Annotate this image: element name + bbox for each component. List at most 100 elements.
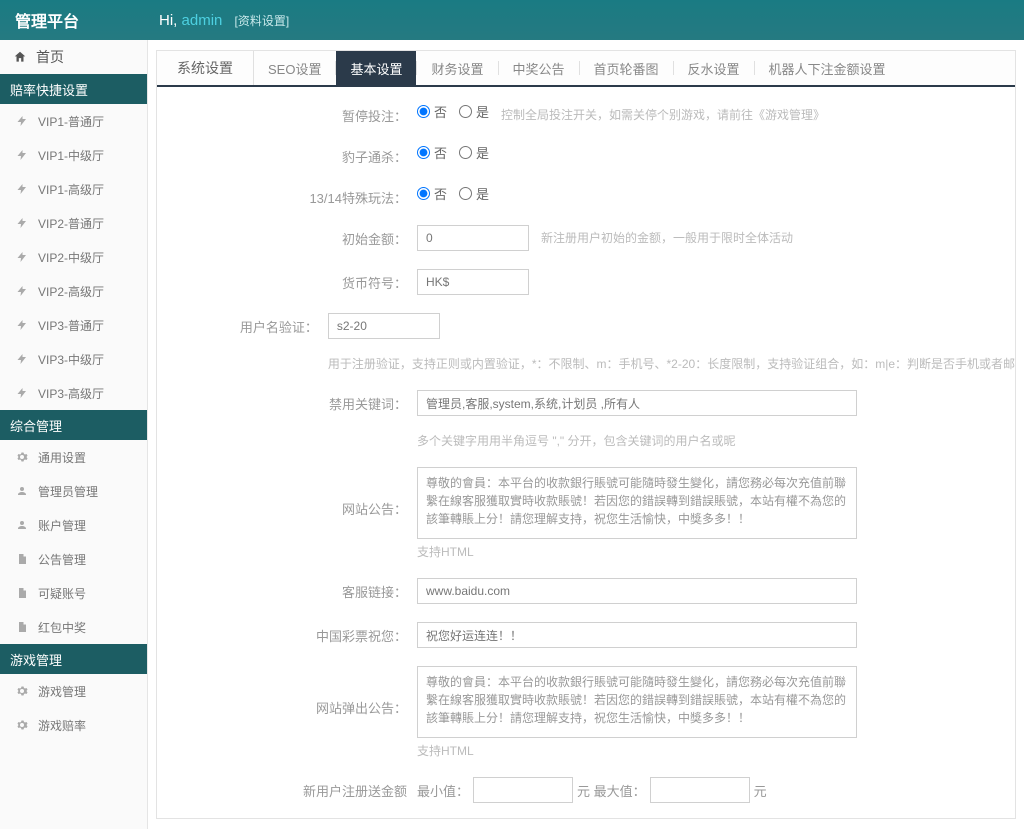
sidebar-item-icon	[14, 683, 30, 699]
bonus-max-input[interactable]	[650, 777, 750, 803]
label-special: 13/14特殊玩法：	[157, 184, 417, 207]
tab[interactable]: 反水设置	[674, 51, 754, 85]
label-popup-notice: 网站弹出公告：	[157, 666, 417, 717]
sidebar-item[interactable]: VIP2-中级厅	[0, 240, 147, 274]
sidebar-item-label: VIP2-普通厅	[38, 215, 104, 232]
sidebar-item-icon	[14, 385, 30, 401]
sidebar-item[interactable]: VIP2-普通厅	[0, 206, 147, 240]
sidebar-item[interactable]: 管理员管理	[0, 474, 147, 508]
hint-username-rule: 用于注册验证，支持正则或内置验证，*：不限制、m：手机号、*2-20：长度限制，…	[328, 351, 1015, 372]
tab[interactable]: 机器人下注金额设置	[755, 51, 900, 85]
sidebar-item-label: 账户管理	[38, 517, 86, 534]
sidebar-item[interactable]: 公告管理	[0, 542, 147, 576]
sidebar-item-label: 通用设置	[38, 449, 86, 466]
tab[interactable]: SEO设置	[254, 51, 335, 85]
label-pause-bet: 暂停投注：	[157, 102, 417, 125]
home-icon	[12, 49, 28, 65]
initial-amount-input[interactable]	[417, 225, 529, 251]
sidebar-section-header: 赔率快捷设置	[0, 74, 147, 104]
sidebar-item-icon	[14, 449, 30, 465]
sidebar-item[interactable]: 账户管理	[0, 508, 147, 542]
current-user: admin	[182, 12, 223, 29]
sidebar-item[interactable]: VIP2-高级厅	[0, 274, 147, 308]
top-bar: 管理平台 Hi, admin [资料设置]	[0, 0, 1024, 40]
sidebar-home[interactable]: 首页	[0, 40, 147, 74]
sidebar-item-label: VIP2-中级厅	[38, 249, 104, 266]
sidebar-item[interactable]: VIP3-普通厅	[0, 308, 147, 342]
sidebar-item[interactable]: VIP1-高级厅	[0, 172, 147, 206]
popup-notice-textarea[interactable]	[417, 666, 857, 738]
sidebar-item[interactable]: VIP3-中级厅	[0, 342, 147, 376]
sidebar-item-label: 管理员管理	[38, 483, 98, 500]
sidebar-item-label: 公告管理	[38, 551, 86, 568]
sidebar-item-icon	[14, 483, 30, 499]
ban-keywords-input[interactable]	[417, 390, 857, 416]
label-username-rule: 用户名验证：	[157, 313, 328, 336]
tab[interactable]: 首页轮番图	[580, 51, 673, 85]
baozi-radio[interactable]: 否 是	[417, 143, 489, 162]
username-rule-input[interactable]	[328, 313, 440, 339]
hint-pause-bet: 控制全局投注开关，如需关停个别游戏，请前往《游戏管理》	[501, 102, 825, 123]
sidebar-item[interactable]: VIP1-普通厅	[0, 104, 147, 138]
lottery-wish-input[interactable]	[417, 622, 857, 648]
sidebar-item-label: 红包中奖	[38, 619, 86, 636]
hint-popup-notice: 支持HTML	[417, 742, 474, 759]
pause-bet-radio[interactable]: 否 是	[417, 102, 489, 121]
sidebar-item-icon	[14, 585, 30, 601]
hint-site-notice: 支持HTML	[417, 543, 474, 560]
sidebar-item[interactable]: 通用设置	[0, 440, 147, 474]
sidebar-item[interactable]: 游戏管理	[0, 674, 147, 708]
hint-initial-amount: 新注册用户初始的金额，一般用于限时全体活动	[541, 225, 793, 246]
tabs-title: 系统设置	[157, 51, 254, 85]
brand: 管理平台	[15, 8, 79, 32]
sidebar-item-icon	[14, 215, 30, 231]
label-initial-amount: 初始金额：	[157, 225, 417, 248]
sidebar-item-icon	[14, 517, 30, 533]
label-ban-keywords: 禁用关键词：	[157, 390, 417, 413]
label-baozi: 豹子通杀：	[157, 143, 417, 166]
sidebar-item[interactable]: VIP3-高级厅	[0, 376, 147, 410]
sidebar-item-label: VIP1-普通厅	[38, 113, 104, 130]
sidebar-item-label: VIP3-普通厅	[38, 317, 104, 334]
sidebar-item-label: 游戏赔率	[38, 717, 86, 734]
label-site-notice: 网站公告：	[157, 467, 417, 518]
sidebar-section-header: 综合管理	[0, 410, 147, 440]
sidebar-item-icon	[14, 619, 30, 635]
sidebar-item-icon	[14, 283, 30, 299]
sidebar-item-icon	[14, 147, 30, 163]
label-lottery-wish: 中国彩票祝您：	[157, 622, 417, 645]
cs-link-input[interactable]	[417, 578, 857, 604]
hint-ban-keywords: 多个关键字用用半角逗号 "," 分开，包含关键词的用户名或昵	[417, 428, 736, 449]
tab[interactable]: 中奖公告	[499, 51, 579, 85]
special-radio[interactable]: 否 是	[417, 184, 489, 203]
label-cs-link: 客服链接：	[157, 578, 417, 601]
sidebar-item-label: VIP1-中级厅	[38, 147, 104, 164]
tab[interactable]: 基本设置	[336, 51, 416, 85]
sidebar-item[interactable]: VIP1-中级厅	[0, 138, 147, 172]
sidebar-item-label: VIP1-高级厅	[38, 181, 104, 198]
site-notice-textarea[interactable]	[417, 467, 857, 539]
label-currency: 货币符号：	[157, 269, 417, 292]
sidebar-section-header: 游戏管理	[0, 644, 147, 674]
tab[interactable]: 财务设置	[417, 51, 497, 85]
sidebar-item-label: VIP3-高级厅	[38, 385, 104, 402]
sidebar-item-label: 可疑账号	[38, 585, 86, 602]
sidebar-item-label: VIP3-中级厅	[38, 351, 104, 368]
sidebar-item-icon	[14, 249, 30, 265]
tabs: 系统设置 SEO设置基本设置财务设置中奖公告首页轮番图反水设置机器人下注金额设置	[157, 51, 1015, 87]
header-context: [资料设置]	[235, 14, 290, 28]
sidebar-item-icon	[14, 551, 30, 567]
sidebar-item-icon	[14, 181, 30, 197]
currency-input[interactable]	[417, 269, 529, 295]
sidebar-item[interactable]: 游戏赔率	[0, 708, 147, 742]
sidebar-item-label: 游戏管理	[38, 683, 86, 700]
main-content: 系统设置 SEO设置基本设置财务设置中奖公告首页轮番图反水设置机器人下注金额设置…	[148, 40, 1024, 829]
sidebar-item-label: VIP2-高级厅	[38, 283, 104, 300]
bonus-min-input[interactable]	[473, 777, 573, 803]
sidebar-item[interactable]: 红包中奖	[0, 610, 147, 644]
sidebar-item[interactable]: 可疑账号	[0, 576, 147, 610]
sidebar-item-icon	[14, 351, 30, 367]
settings-form: 暂停投注： 否 是 控制全局投注开关，如需关停个别游戏，请前往《游戏管理》 豹子…	[157, 87, 1015, 818]
sidebar-item-icon	[14, 717, 30, 733]
sidebar-item-icon	[14, 317, 30, 333]
